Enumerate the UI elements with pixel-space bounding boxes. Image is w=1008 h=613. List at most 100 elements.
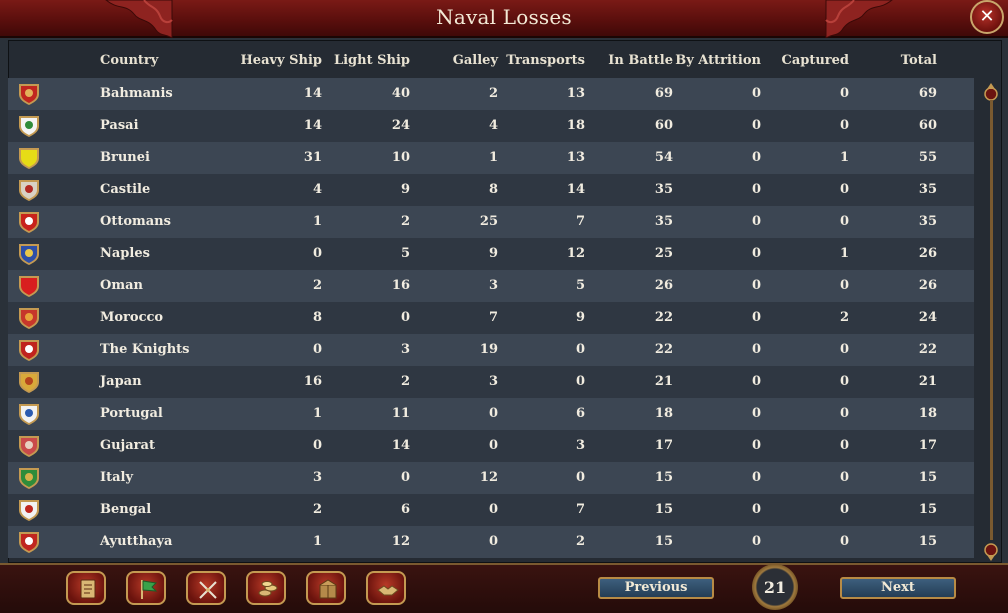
table-row[interactable]: Italy 3 0 12 0 15 0 0 15 bbox=[8, 462, 974, 494]
country-shield-icon[interactable] bbox=[17, 210, 41, 234]
column-header-heavy-ship[interactable]: Heavy Ship bbox=[241, 53, 322, 68]
column-header-transports[interactable]: Transports bbox=[506, 53, 585, 68]
table-row[interactable]: Brunei 31 10 1 13 54 0 1 55 bbox=[8, 142, 974, 174]
heavy-value: 0 bbox=[312, 342, 322, 357]
page-number: 21 bbox=[763, 578, 787, 597]
table-row[interactable]: Morocco 8 0 7 9 22 0 2 24 bbox=[8, 302, 974, 334]
country-shield-icon[interactable] bbox=[17, 146, 41, 170]
crossed-swords-icon bbox=[199, 581, 217, 599]
table-header: Country Heavy Ship Light Ship Galley Tra… bbox=[8, 40, 1002, 80]
total-value: 55 bbox=[918, 150, 937, 165]
flag-button[interactable] bbox=[126, 571, 166, 605]
handshake-button[interactable] bbox=[366, 571, 406, 605]
transports-value: 0 bbox=[575, 470, 585, 485]
country-name: Bengal bbox=[100, 502, 152, 517]
battle-value: 35 bbox=[654, 214, 673, 229]
vertical-scrollbar[interactable] bbox=[981, 82, 1001, 562]
country-shield-icon[interactable] bbox=[17, 530, 41, 554]
captured-value: 0 bbox=[839, 342, 849, 357]
galley-value: 3 bbox=[488, 278, 498, 293]
attrition-value: 0 bbox=[751, 214, 761, 229]
country-shield-icon[interactable] bbox=[17, 498, 41, 522]
country-shield-icon[interactable] bbox=[17, 402, 41, 426]
ledger-button[interactable] bbox=[66, 571, 106, 605]
coins-button[interactable] bbox=[246, 571, 286, 605]
previous-button[interactable]: Previous bbox=[598, 577, 714, 599]
attrition-value: 0 bbox=[751, 278, 761, 293]
table-row[interactable]: Gujarat 0 14 0 3 17 0 0 17 bbox=[8, 430, 974, 462]
transports-value: 0 bbox=[575, 342, 585, 357]
country-shield-icon[interactable] bbox=[17, 242, 41, 266]
light-value: 2 bbox=[400, 374, 410, 389]
table-row[interactable]: Portugal 1 11 0 6 18 0 0 18 bbox=[8, 398, 974, 430]
trade-goods-button[interactable] bbox=[306, 571, 346, 605]
total-value: 26 bbox=[918, 278, 937, 293]
heavy-value: 2 bbox=[312, 502, 322, 517]
battle-value: 22 bbox=[654, 310, 673, 325]
light-value: 40 bbox=[391, 86, 410, 101]
heavy-value: 1 bbox=[312, 534, 322, 549]
scroll-up-arrow-icon[interactable] bbox=[983, 82, 999, 102]
table-row[interactable]: Naples 0 5 9 12 25 0 1 26 bbox=[8, 238, 974, 270]
country-shield-icon[interactable] bbox=[17, 370, 41, 394]
total-value: 15 bbox=[918, 502, 937, 517]
table-row[interactable]: Ayutthaya 1 12 0 2 15 0 0 15 bbox=[8, 526, 974, 558]
total-value: 15 bbox=[918, 534, 937, 549]
country-name: Gujarat bbox=[100, 438, 155, 453]
column-header-galley[interactable]: Galley bbox=[453, 53, 498, 68]
country-shield-icon[interactable] bbox=[17, 82, 41, 106]
column-header-country[interactable]: Country bbox=[100, 53, 158, 68]
country-name: Oman bbox=[100, 278, 143, 293]
table-row[interactable]: Oman 2 16 3 5 26 0 0 26 bbox=[8, 270, 974, 302]
table-row[interactable]: Bahmanis 14 40 2 13 69 0 0 69 bbox=[8, 78, 974, 110]
country-shield-icon[interactable] bbox=[17, 274, 41, 298]
next-button[interactable]: Next bbox=[840, 577, 956, 599]
captured-value: 0 bbox=[839, 470, 849, 485]
heavy-value: 14 bbox=[303, 86, 322, 101]
attrition-value: 0 bbox=[751, 86, 761, 101]
galley-value: 9 bbox=[488, 246, 498, 261]
galley-value: 8 bbox=[488, 182, 498, 197]
attrition-value: 0 bbox=[751, 246, 761, 261]
light-value: 3 bbox=[400, 342, 410, 357]
country-name: Japan bbox=[100, 374, 142, 389]
country-shield-icon[interactable] bbox=[17, 338, 41, 362]
table-row[interactable]: Pasai 14 24 4 18 60 0 0 60 bbox=[8, 110, 974, 142]
transports-value: 3 bbox=[575, 438, 585, 453]
captured-value: 0 bbox=[839, 86, 849, 101]
country-shield-icon[interactable] bbox=[17, 306, 41, 330]
column-header-by-attrition[interactable]: By Attrition bbox=[675, 53, 761, 68]
table-row[interactable]: Japan 16 2 3 0 21 0 0 21 bbox=[8, 366, 974, 398]
column-header-total[interactable]: Total bbox=[901, 53, 937, 68]
transports-value: 7 bbox=[575, 214, 585, 229]
country-shield-icon[interactable] bbox=[17, 114, 41, 138]
close-button[interactable]: ✕ bbox=[970, 0, 1004, 34]
transports-value: 2 bbox=[575, 534, 585, 549]
table-row[interactable]: Castile 4 9 8 14 35 0 0 35 bbox=[8, 174, 974, 206]
table-row[interactable]: Ottomans 1 2 25 7 35 0 0 35 bbox=[8, 206, 974, 238]
scroll-down-arrow-icon[interactable] bbox=[983, 542, 999, 562]
heavy-value: 1 bbox=[312, 214, 322, 229]
attrition-value: 0 bbox=[751, 534, 761, 549]
captured-value: 0 bbox=[839, 182, 849, 197]
transports-value: 13 bbox=[566, 150, 585, 165]
heavy-value: 3 bbox=[312, 470, 322, 485]
country-shield-icon[interactable] bbox=[17, 178, 41, 202]
transports-value: 14 bbox=[566, 182, 585, 197]
country-shield-icon[interactable] bbox=[17, 434, 41, 458]
country-shield-icon[interactable] bbox=[17, 466, 41, 490]
heavy-value: 0 bbox=[312, 438, 322, 453]
galley-value: 25 bbox=[479, 214, 498, 229]
galley-value: 2 bbox=[488, 86, 498, 101]
transports-value: 12 bbox=[566, 246, 585, 261]
column-header-captured[interactable]: Captured bbox=[781, 53, 849, 68]
table-row[interactable]: The Knights 0 3 19 0 22 0 0 22 bbox=[8, 334, 974, 366]
galley-value: 12 bbox=[479, 470, 498, 485]
scroll-track[interactable] bbox=[990, 100, 993, 540]
transports-value: 6 bbox=[575, 406, 585, 421]
attrition-value: 0 bbox=[751, 182, 761, 197]
table-row[interactable]: Bengal 2 6 0 7 15 0 0 15 bbox=[8, 494, 974, 526]
column-header-in-battle[interactable]: In Battle bbox=[608, 53, 673, 68]
crossed-swords-button[interactable] bbox=[186, 571, 226, 605]
column-header-light-ship[interactable]: Light Ship bbox=[334, 53, 410, 68]
